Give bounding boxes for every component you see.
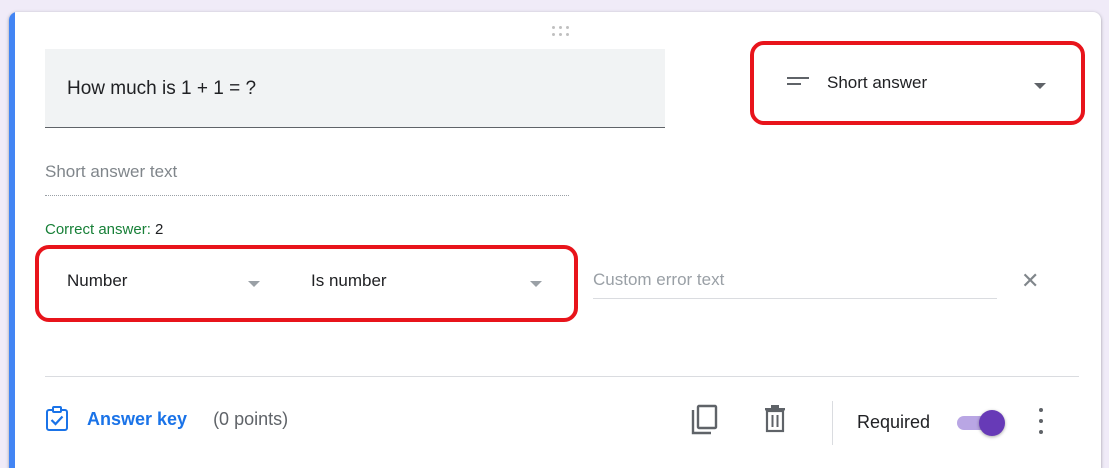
required-toggle[interactable] [955,410,1005,436]
chevron-down-icon [530,281,542,287]
answer-key-label: Answer key [87,408,188,429]
trash-icon[interactable] [763,404,787,434]
response-validation-row: Number Is number [45,247,575,319]
validation-condition-value: Is number [311,271,387,290]
required-label: Required [857,412,931,432]
short-answer-placeholder: Short answer text [45,162,178,181]
duplicate-icon[interactable] [689,404,719,436]
question-card[interactable]: How much is 1 + 1 = ? Short answer Short… [9,12,1101,468]
close-icon[interactable]: ✕ [1021,270,1039,292]
correct-answer-value: 2 [155,221,164,238]
answer-key-button[interactable]: Answer key (0 points) [45,404,288,434]
correct-answer-line: Correct answer: 2 [45,221,163,238]
chevron-down-icon [248,281,260,287]
footer-divider [45,376,1079,377]
question-title-text: How much is 1 + 1 = ? [67,78,257,99]
points-label: (0 points) [213,408,289,429]
short-text-icon [787,77,809,87]
validation-type-value: Number [67,271,128,290]
toggle-thumb [979,410,1005,436]
custom-error-underline [593,298,997,299]
more-options-icon[interactable] [1038,408,1044,434]
question-title-field[interactable]: How much is 1 + 1 = ? [45,49,665,128]
correct-answer-label: Correct answer: [45,221,151,238]
question-type-dropdown[interactable]: Short answer [761,50,1079,120]
custom-error-input[interactable]: Custom error text [593,270,724,290]
chevron-down-icon [1034,83,1046,89]
footer-vertical-divider [832,401,833,445]
answer-underline [45,195,569,196]
question-type-label: Short answer [827,73,928,92]
active-question-indicator [9,12,15,468]
validation-condition-dropdown[interactable]: Is number [289,247,559,319]
assignment-check-icon [46,406,68,431]
drag-handle-icon[interactable] [552,26,570,38]
validation-type-dropdown[interactable]: Number [45,247,275,319]
